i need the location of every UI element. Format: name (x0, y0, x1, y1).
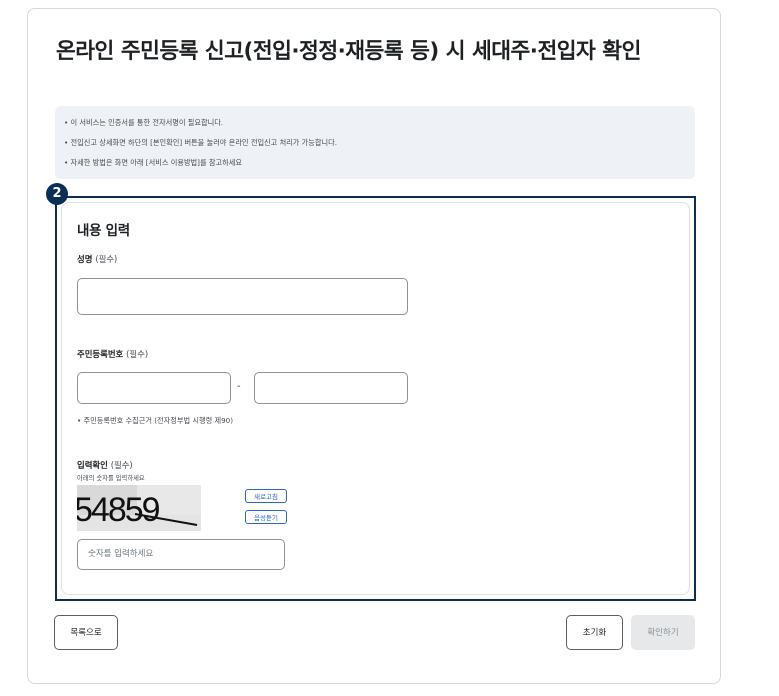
name-label: 성명 (필수) (77, 253, 117, 265)
captcha-instruction: 아래의 숫자를 입력하세요 (77, 475, 145, 482)
captcha-refresh-button[interactable]: 새로고침 (245, 489, 287, 503)
name-input[interactable] (77, 278, 408, 315)
captcha-audio-button[interactable]: 음성듣기 (245, 510, 287, 524)
required-marker: (필수) (126, 349, 149, 359)
captcha-graphic: 54859 (77, 485, 201, 531)
captcha-label: 입력확인 (필수) (77, 459, 133, 471)
required-marker: (필수) (110, 460, 133, 470)
step-number-badge: 2 (46, 183, 68, 205)
notice-line: • 자세한 방법은 화면 아래 [서비스 이용방법]를 참고하세요 (64, 158, 242, 167)
resident-number-hint: • 주민등록번호 수집근거 (전자정부법 시행령 제90) (77, 416, 234, 425)
required-marker: (필수) (95, 254, 118, 264)
captcha-image: 54859 (77, 485, 201, 531)
resident-number-label: 주민등록번호 (필수) (77, 348, 148, 360)
resident-number-front-input[interactable] (77, 372, 231, 404)
captcha-input[interactable]: 숫자를 입력하세요 (77, 539, 285, 570)
resident-number-back-input[interactable] (254, 372, 408, 404)
page-title: 온라인 주민등록 신고(전입·정정·재등록 등) 시 세대주·전입자 확인 (56, 39, 641, 64)
resident-number-label-text: 주민등록번호 (77, 349, 124, 359)
notice-line: • 전입신고 상세화면 하단의 [본인확인] 버튼을 눌러야 온라인 전입신고 … (64, 138, 338, 147)
name-label-text: 성명 (77, 254, 93, 264)
section-title: 내용 입력 (77, 223, 130, 239)
notice-box: • 이 서비스는 인증서를 통한 전자서명이 필요합니다. • 전입신고 상세화… (55, 106, 695, 179)
resident-number-separator: - (237, 381, 241, 392)
captcha-label-text: 입력확인 (77, 460, 108, 470)
reset-button[interactable]: 초기화 (566, 615, 623, 650)
list-button[interactable]: 목록으로 (54, 615, 118, 650)
captcha-text: 54859 (77, 491, 160, 529)
confirm-button[interactable]: 확인하기 (631, 615, 695, 650)
notice-line: • 이 서비스는 인증서를 통한 전자서명이 필요합니다. (64, 118, 224, 127)
